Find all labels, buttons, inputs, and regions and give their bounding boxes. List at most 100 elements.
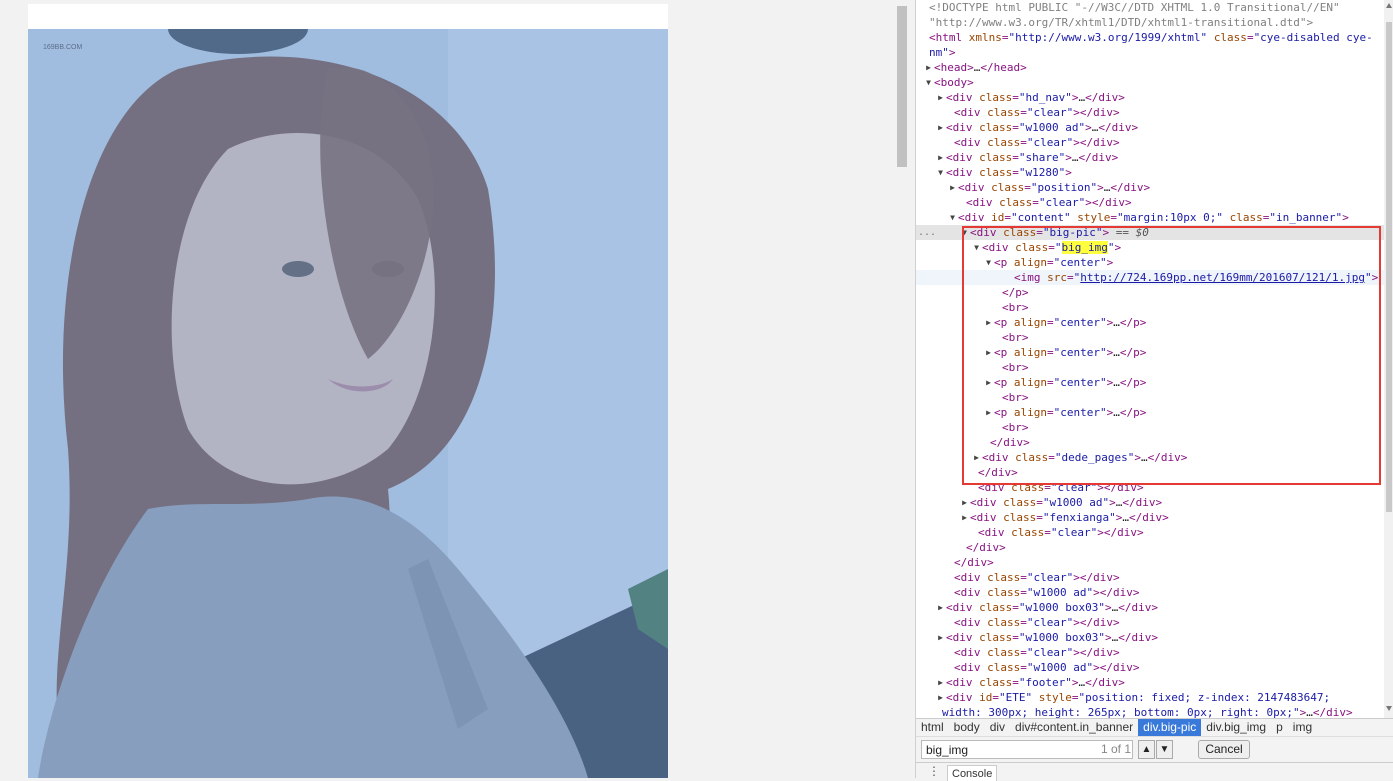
dom-tree-node[interactable]: ▶ <div class="w1000 ad">…</div> [916,120,1384,135]
dom-node-markup: <div class="w1000 ad">…</div> [970,496,1163,509]
dom-node-markup: <div id="ETE" style="position: fixed; z-… [946,691,1331,704]
dom-node-markup: </div> [966,541,1006,554]
dom-tree-node[interactable]: ▶ <div class="w1000 ad">…</div> [916,495,1384,510]
elements-scrollbar[interactable] [1384,0,1393,718]
dom-tree-node[interactable]: <div class="w1000 ad"></div> [916,660,1384,675]
dom-tree-node[interactable]: ▶ <div class="hd_nav">…</div> [916,90,1384,105]
expand-triangle-icon[interactable]: ▶ [959,495,970,510]
dom-tree-node[interactable]: ▶ <div class="fenxianga">…</div> [916,510,1384,525]
collapse-triangle-icon[interactable]: ▼ [935,165,946,180]
dom-node-markup: <div class="hd_nav">…</div> [946,91,1125,104]
tab-console[interactable]: Console [947,765,998,781]
elements-scrollbar-thumb[interactable] [1386,22,1392,512]
dom-tree-node[interactable]: <div class="clear"></div> [916,645,1384,660]
collapse-triangle-icon[interactable]: ▼ [923,75,934,90]
breadcrumb-item[interactable]: div [985,719,1010,736]
dom-node-markup: </div> [954,556,994,569]
search-next-button[interactable]: ▼ [1156,740,1173,759]
dom-node-markup: width: 300px; height: 265px; bottom: 0px… [942,706,1353,718]
drawer-menu-icon[interactable]: ⋮ [928,764,940,778]
dom-tree-node[interactable]: <div class="w1000 ad"></div> [916,585,1384,600]
dom-node-markup: <div class="clear"></div> [954,571,1120,584]
dom-node-markup: <div class="clear"></div> [966,196,1132,209]
scroll-down-icon[interactable] [1386,706,1392,711]
expand-triangle-icon[interactable]: ▶ [935,600,946,615]
dom-tree-node[interactable]: <div class="clear"></div> [916,195,1384,210]
dom-tree-node[interactable]: ▶ <div class="w1000 box03">…</div> [916,630,1384,645]
dom-node-markup: <div class="clear"></div> [954,616,1120,629]
dom-tree-node[interactable]: ▶ <div id="ETE" style="position: fixed; z… [916,690,1384,705]
dom-tree-node[interactable]: ▼ <div class="w1280"> [916,165,1384,180]
expand-triangle-icon[interactable]: ▶ [935,150,946,165]
breadcrumb-item[interactable]: p [1271,719,1288,736]
expand-triangle-icon[interactable]: ▶ [935,690,946,705]
dom-tree-node[interactable]: ▼ <div id="content" style="margin:10px 0;… [916,210,1384,225]
dom-node-markup: <div class="clear"></div> [954,136,1120,149]
breadcrumb-item[interactable]: body [949,719,985,736]
dom-tree-node[interactable]: <div class="clear"></div> [916,105,1384,120]
dom-node-markup: <div class="fenxianga">…</div> [970,511,1169,524]
scroll-up-icon[interactable] [1386,3,1392,8]
collapse-triangle-icon[interactable]: ▼ [947,210,958,225]
page-scrollbar-thumb[interactable] [897,6,907,167]
highlight-box [962,226,1381,485]
dom-node-markup: <!DOCTYPE html PUBLIC "-//W3C//DTD XHTML… [929,1,1340,14]
dom-node-markup: <div class="w1000 ad"></div> [954,586,1140,599]
dom-tree-node[interactable]: ▶ <div class="w1000 box03">…</div> [916,600,1384,615]
dom-tree-node[interactable]: <html xmlns="http://www.w3.org/1999/xhtm… [916,30,1384,45]
dom-tree-node[interactable]: </div> [916,540,1384,555]
dom-tree-node[interactable]: ▶ <div class="share">…</div> [916,150,1384,165]
expand-triangle-icon[interactable]: ▶ [935,630,946,645]
dom-node-markup: <div class="footer">…</div> [946,676,1125,689]
dom-tree-node[interactable]: ▶ <div class="position">…</div> [916,180,1384,195]
dom-tree-node[interactable]: ▶ <head>…</head> [916,60,1384,75]
search-bar: 1 of 1 ▲ ▼ Cancel [916,736,1393,762]
dom-node-markup: <div class="clear"></div> [954,646,1120,659]
page-scrollbar[interactable] [895,0,915,778]
dom-node-markup: <div class="clear"></div> [954,106,1120,119]
dom-tree-node[interactable]: <div class="clear"></div> [916,615,1384,630]
dom-node-markup: "http://www.w3.org/TR/xhtml1/DTD/xhtml1-… [929,16,1314,29]
dom-node-markup: <div class="w1000 box03">…</div> [946,601,1158,614]
dom-node-markup: nm"> [929,46,956,59]
portrait-photo[interactable]: 169BB.COM [28,29,668,778]
dom-tree-node[interactable]: <!DOCTYPE html PUBLIC "-//W3C//DTD XHTML… [916,0,1384,15]
dom-tree-node[interactable]: ▼ <body> [916,75,1384,90]
expand-triangle-icon[interactable]: ▶ [959,510,970,525]
dom-node-markup: <div class="w1000 box03">…</div> [946,631,1158,644]
dom-node-markup: <div id="content" style="margin:10px 0;"… [958,211,1349,224]
page-top-strip [28,4,668,29]
drawer-bar: ⋮ Console [916,762,1393,781]
dom-tree-node[interactable]: <div class="clear"></div> [916,525,1384,540]
breadcrumb-item[interactable]: img [1288,719,1317,736]
search-prev-button[interactable]: ▲ [1138,740,1155,759]
expand-triangle-icon[interactable]: ▶ [935,675,946,690]
dom-tree-node[interactable]: <div class="clear"></div> [916,135,1384,150]
dom-node-markup: <div class="position">…</div> [958,181,1151,194]
expand-triangle-icon[interactable]: ▶ [935,90,946,105]
dom-tree-node[interactable]: "http://www.w3.org/TR/xhtml1/DTD/xhtml1-… [916,15,1384,30]
dom-node-markup: <html xmlns="http://www.w3.org/1999/xhtm… [929,31,1373,44]
breadcrumb-item[interactable]: html [916,719,949,736]
expand-triangle-icon[interactable]: ▶ [923,60,934,75]
dom-node-markup: <div class="w1280"> [946,166,1072,179]
element-highlight-overlay [28,29,668,778]
breadcrumb-item[interactable]: div.big-pic [1138,719,1202,736]
watermark: 169BB.COM [43,44,83,51]
devtools-panel: <!DOCTYPE html PUBLIC "-//W3C//DTD XHTML… [915,0,1393,781]
cancel-button[interactable]: Cancel [1198,740,1250,759]
expand-triangle-icon[interactable]: ▶ [947,180,958,195]
dom-tree-node[interactable]: <div class="clear"></div> [916,570,1384,585]
dom-node-markup: <div class="clear"></div> [978,526,1144,539]
expand-triangle-icon[interactable]: ▶ [935,120,946,135]
dom-tree-node[interactable]: </div> [916,555,1384,570]
breadcrumb: html body div div#content.in_banner div.big-… [916,718,1393,736]
dom-tree-node[interactable]: ▶ <div class="footer">…</div> [916,675,1384,690]
search-match-count: 1 of 1 [1101,742,1132,756]
node-menu-icon[interactable]: ... [918,225,936,240]
breadcrumb-item[interactable]: div#content.in_banner [1010,719,1138,736]
breadcrumb-item[interactable]: div.big_img [1201,719,1271,736]
dom-tree-node[interactable]: width: 300px; height: 265px; bottom: 0px… [916,705,1384,718]
dom-node-markup: <head>…</head> [934,61,1027,74]
dom-tree-node[interactable]: nm"> [916,45,1384,60]
